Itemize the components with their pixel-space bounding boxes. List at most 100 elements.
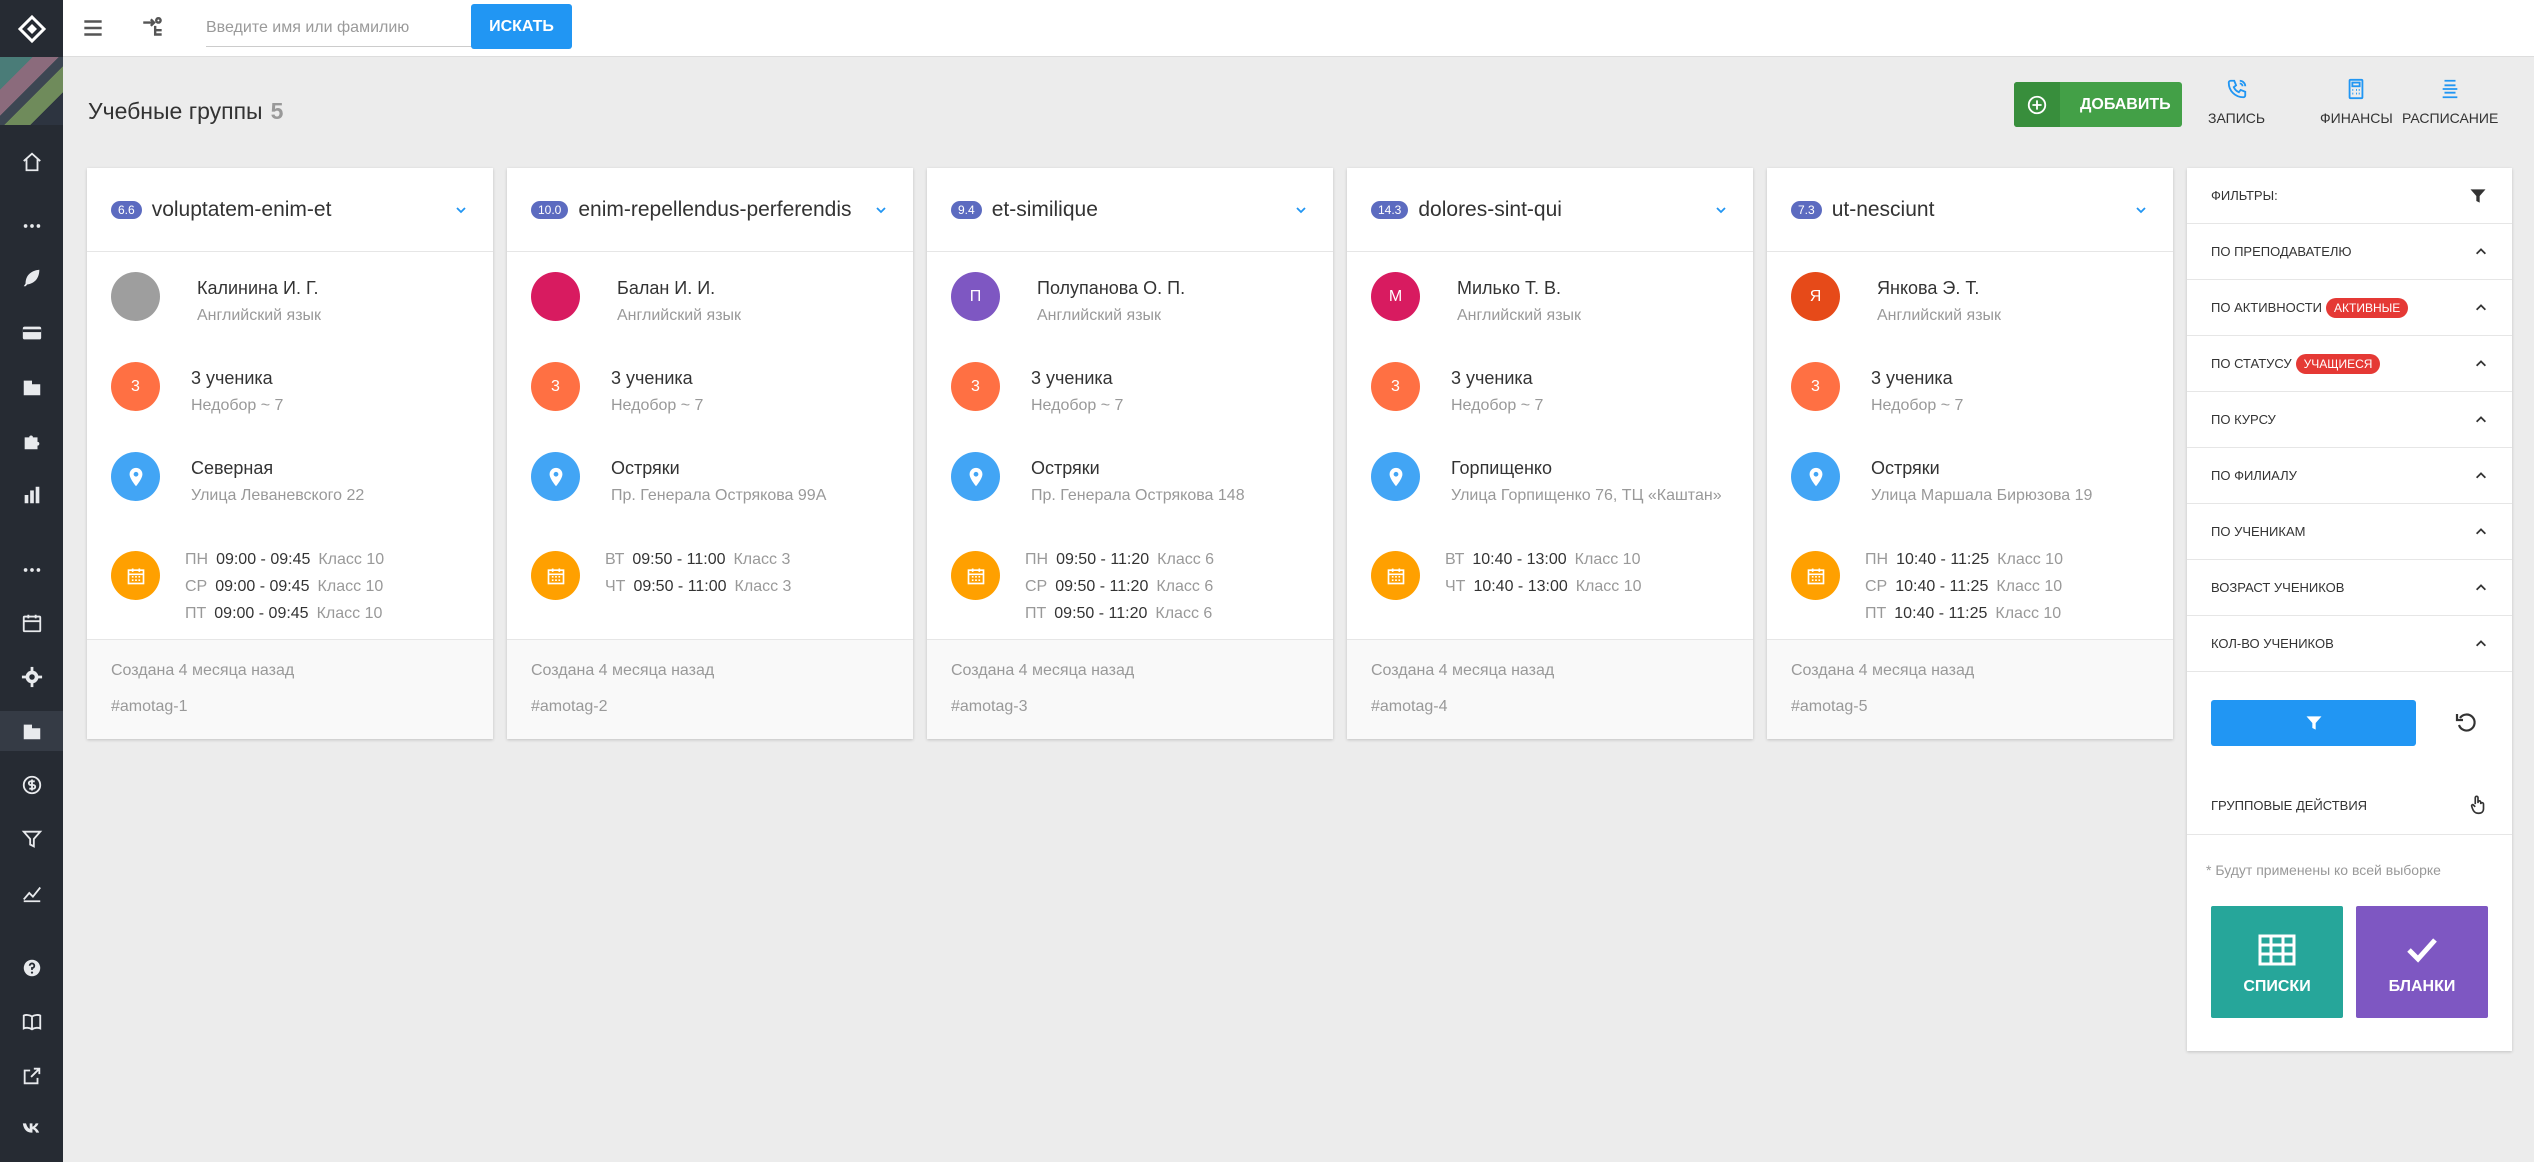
group-card[interactable]: 14.3 dolores-sint-qui М Милько Т. В. Английс… bbox=[1347, 168, 1753, 739]
add-group-button[interactable]: ДОБАВИТЬ bbox=[2014, 82, 2182, 127]
menu-button[interactable] bbox=[73, 10, 113, 46]
trend-icon[interactable] bbox=[0, 873, 63, 913]
chevron-down-icon[interactable] bbox=[2133, 202, 2149, 218]
list-schedule-icon bbox=[2442, 79, 2458, 99]
group-actions-note: * Будут применены ко всей выборке bbox=[2206, 862, 2441, 878]
funnel-icon[interactable] bbox=[0, 819, 63, 859]
card-header: 9.4 et-similique bbox=[927, 168, 1333, 252]
chevron-up-icon bbox=[2476, 471, 2486, 478]
schedule-action[interactable]: РАСПИСАНИЕ bbox=[2402, 78, 2498, 126]
search-button[interactable]: ИСКАТЬ bbox=[471, 4, 572, 49]
filter-label: ПО СТАТУСУ bbox=[2211, 356, 2292, 371]
group-card[interactable]: 6.6 voluptatem-enim-et Калинина И. Г. Англи… bbox=[87, 168, 493, 739]
group-tag[interactable]: #amotag-1 bbox=[111, 698, 469, 716]
blanks-button[interactable]: БЛАНКИ bbox=[2356, 906, 2488, 1018]
created-date: Создана 4 месяца назад bbox=[1791, 662, 1975, 679]
chevron-down-icon[interactable] bbox=[453, 202, 469, 218]
puzzle-icon[interactable] bbox=[0, 421, 63, 461]
group-card[interactable]: 9.4 et-similique П Полупанова О. П. Английск… bbox=[927, 168, 1333, 739]
group-name[interactable]: voluptatem-enim-et bbox=[152, 198, 332, 222]
filter-label: КОЛ-ВО УЧЕНИКОВ bbox=[2211, 636, 2334, 651]
filter-row[interactable]: ПО УЧЕНИКАМ bbox=[2187, 504, 2512, 560]
avatar: М bbox=[1371, 272, 1420, 321]
group-card[interactable]: 10.0 enim-repellendus-perferendis Балан И.… bbox=[507, 168, 913, 739]
card-icon[interactable] bbox=[0, 313, 63, 353]
group-name[interactable]: dolores-sint-qui bbox=[1418, 198, 1562, 222]
more-icon-2[interactable] bbox=[0, 550, 63, 590]
apply-filters-button[interactable] bbox=[2211, 700, 2416, 746]
chevron-down-icon[interactable] bbox=[873, 202, 889, 218]
teacher-name[interactable]: Янкова Э. Т. bbox=[1877, 278, 1979, 299]
shortage: Недобор ~ 7 bbox=[1871, 397, 1964, 414]
gear-icon[interactable] bbox=[0, 657, 63, 697]
pointer-hand-icon[interactable] bbox=[2467, 794, 2489, 816]
top-bar: ИСКАТЬ bbox=[63, 0, 2534, 57]
switch-view-button[interactable] bbox=[133, 10, 173, 46]
record-action[interactable]: ЗАПИСЬ bbox=[2208, 78, 2265, 126]
teacher-name[interactable]: Балан И. И. bbox=[617, 278, 715, 299]
teacher-name[interactable]: Калинина И. Г. bbox=[197, 278, 319, 299]
group-name[interactable]: enim-repellendus-perferendis bbox=[578, 198, 851, 222]
students-count[interactable]: 3 ученика bbox=[611, 368, 693, 389]
book-icon[interactable] bbox=[0, 1002, 63, 1042]
students-count[interactable]: 3 ученика bbox=[191, 368, 273, 389]
branch-name: Остряки bbox=[611, 458, 680, 478]
group-tag[interactable]: #amotag-4 bbox=[1371, 698, 1729, 716]
schedule-time: 09:50 - 11:20 bbox=[1054, 605, 1148, 622]
branch-address: Улица Маршала Бирюзова 19 bbox=[1871, 487, 2093, 504]
vk-icon[interactable] bbox=[0, 1108, 63, 1148]
groups-building-icon[interactable] bbox=[0, 711, 63, 751]
calculator-icon bbox=[2349, 78, 2364, 100]
help-icon[interactable] bbox=[0, 948, 63, 988]
bar-chart-icon[interactable] bbox=[0, 475, 63, 515]
schedule-room: Класс 6 bbox=[1157, 551, 1215, 568]
filter-label: ПО ПРЕПОДАВАТЕЛЮ bbox=[2211, 244, 2352, 259]
reset-icon[interactable] bbox=[2454, 711, 2478, 735]
students-count[interactable]: 3 ученика bbox=[1451, 368, 1533, 389]
group-tag[interactable]: #amotag-5 bbox=[1791, 698, 2149, 716]
external-link-icon[interactable] bbox=[0, 1056, 63, 1096]
schedule-row: ПН 09:00 - 09:45 Класс 10 СР 09:00 - 09:45 Кл… bbox=[111, 542, 483, 632]
filters-header: ФИЛЬТРЫ: bbox=[2187, 168, 2512, 224]
calendar-icon[interactable] bbox=[0, 603, 63, 643]
filter-row[interactable]: ВОЗРАСТ УЧЕНИКОВ bbox=[2187, 560, 2512, 616]
students-row: 3 3 ученика Недобор ~ 7 bbox=[531, 362, 903, 422]
page-title: Учебные группы 5 bbox=[88, 98, 283, 125]
shortage: Недобор ~ 7 bbox=[611, 397, 704, 414]
feather-icon[interactable] bbox=[0, 258, 63, 298]
map-pin-icon bbox=[531, 452, 580, 501]
chevron-down-icon[interactable] bbox=[1293, 202, 1309, 218]
students-count-badge: 3 bbox=[531, 362, 580, 411]
group-tag[interactable]: #amotag-3 bbox=[951, 698, 1309, 716]
teacher-name[interactable]: Полупанова О. П. bbox=[1037, 278, 1185, 299]
filter-row[interactable]: КОЛ-ВО УЧЕНИКОВ bbox=[2187, 616, 2512, 672]
chevron-down-icon[interactable] bbox=[1713, 202, 1729, 218]
more-icon[interactable] bbox=[0, 206, 63, 246]
schedule-time: 09:50 - 11:20 bbox=[1056, 551, 1150, 568]
filter-label: ПО АКТИВНОСТИ bbox=[2211, 300, 2323, 315]
filter-row[interactable]: ПО ФИЛИАЛУ bbox=[2187, 448, 2512, 504]
filter-row[interactable]: ПО КУРСУ bbox=[2187, 392, 2512, 448]
filter-row[interactable]: ПО АКТИВНОСТИ АКТИВНЫЕ bbox=[2187, 280, 2512, 336]
filter-row[interactable]: ПО СТАТУСУ УЧАЩИЕСЯ bbox=[2187, 336, 2512, 392]
group-name[interactable]: ut-nesciunt bbox=[1832, 198, 1935, 222]
students-count[interactable]: 3 ученика bbox=[1871, 368, 1953, 389]
home-icon[interactable] bbox=[0, 142, 63, 182]
shortage: Недобор ~ 7 bbox=[191, 397, 284, 414]
schedule-line: ПН 09:00 - 09:45 Класс 10 bbox=[185, 546, 384, 573]
branch-name: Горпищенко bbox=[1451, 458, 1553, 478]
dollar-icon[interactable] bbox=[0, 765, 63, 805]
schedule-list: ПН 09:50 - 11:20 Класс 6 СР 09:50 - 11:20 Кла… bbox=[1025, 546, 1214, 627]
group-tag[interactable]: #amotag-2 bbox=[531, 698, 889, 716]
page-title-text: Учебные группы bbox=[88, 98, 263, 124]
group-name[interactable]: et-similique bbox=[992, 198, 1098, 222]
finance-action[interactable]: ФИНАНСЫ bbox=[2320, 78, 2393, 126]
filter-row[interactable]: ПО ПРЕПОДАВАТЕЛЮ bbox=[2187, 224, 2512, 280]
lists-button[interactable]: СПИСКИ bbox=[2211, 906, 2343, 1018]
students-count[interactable]: 3 ученика bbox=[1031, 368, 1113, 389]
teacher-name[interactable]: Милько Т. В. bbox=[1457, 278, 1561, 299]
search-input[interactable] bbox=[206, 11, 456, 45]
group-card[interactable]: 7.3 ut-nesciunt Я Янкова Э. Т. Английский яз… bbox=[1767, 168, 2173, 739]
app-logo[interactable] bbox=[0, 0, 63, 57]
building-icon[interactable] bbox=[0, 367, 63, 407]
